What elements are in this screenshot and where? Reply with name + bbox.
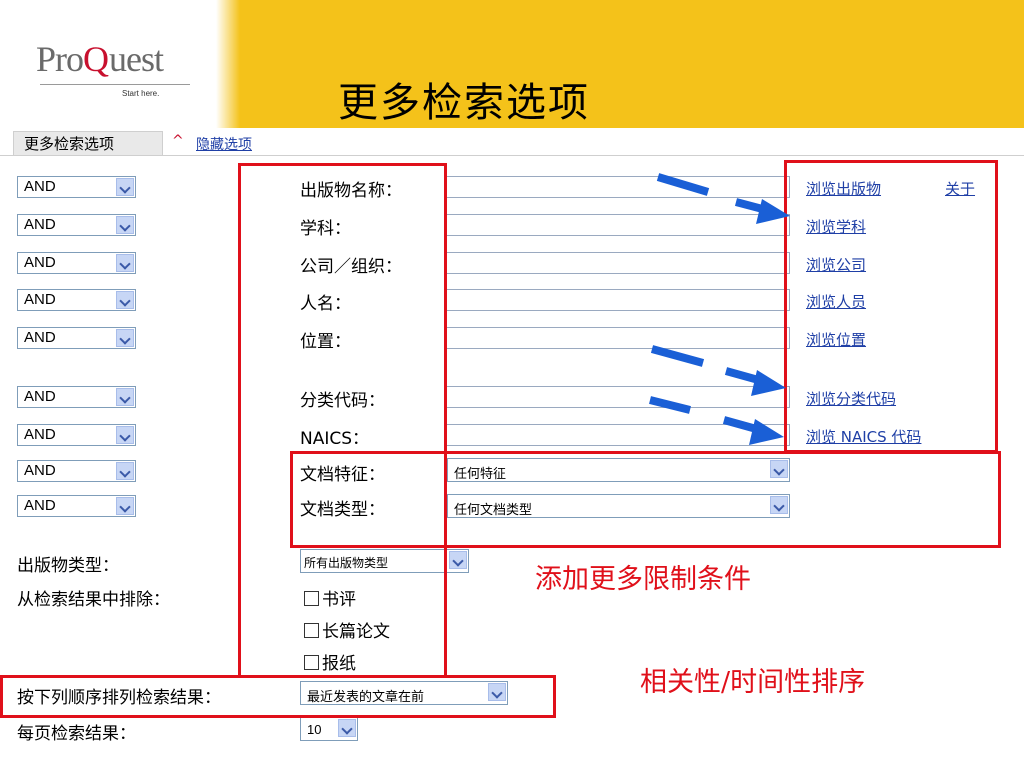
arrow-dash — [650, 345, 705, 367]
arrow-dash — [649, 396, 691, 414]
arrow-head-icon — [749, 419, 784, 445]
arrow-head-icon — [751, 370, 786, 396]
annotation-arrows — [649, 173, 790, 445]
arrow-dash — [656, 173, 710, 196]
arrow-head-icon — [756, 199, 790, 224]
